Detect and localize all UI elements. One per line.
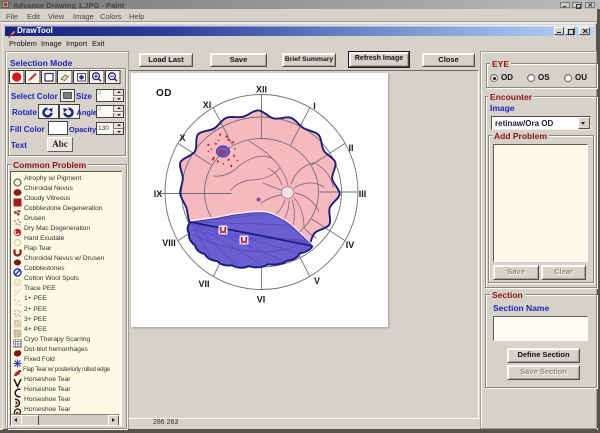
svg-text:III: III bbox=[359, 189, 367, 199]
svg-text:X: X bbox=[179, 133, 185, 143]
svg-text:IV: IV bbox=[346, 240, 355, 250]
svg-text:XI: XI bbox=[203, 100, 212, 110]
svg-text:I: I bbox=[313, 101, 316, 111]
svg-text:II: II bbox=[348, 143, 353, 153]
svg-text:VII: VII bbox=[198, 279, 209, 289]
svg-text:VIII: VIII bbox=[162, 238, 176, 248]
svg-text:VI: VI bbox=[257, 295, 266, 305]
svg-text:IX: IX bbox=[154, 189, 163, 199]
svg-text:V: V bbox=[314, 276, 320, 286]
svg-text:XII: XII bbox=[256, 85, 267, 95]
